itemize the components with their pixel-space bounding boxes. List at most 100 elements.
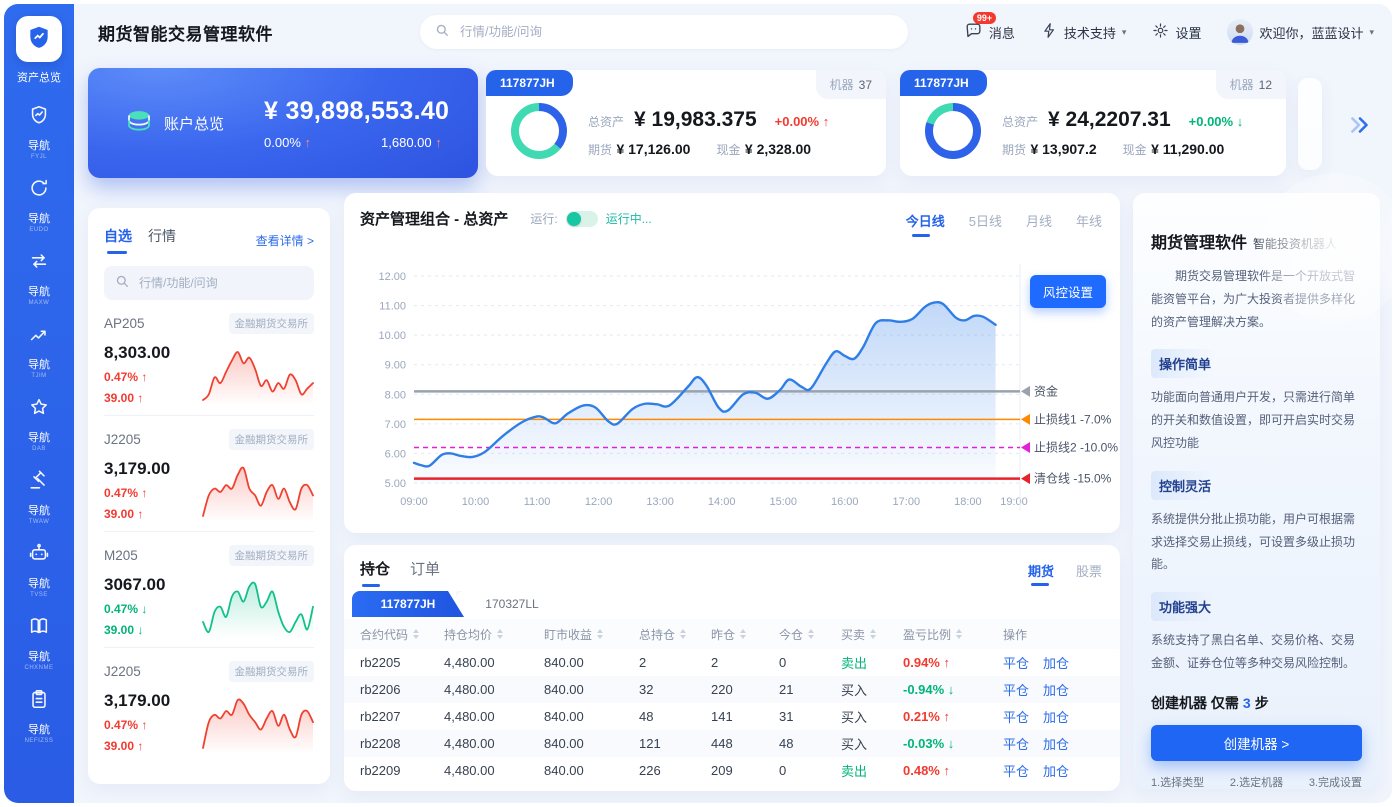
refresh-icon [28, 177, 50, 204]
run-toggle[interactable] [566, 211, 598, 227]
next-cards-button[interactable] [1340, 108, 1380, 142]
section-heading: 操作简单 [1151, 349, 1223, 378]
global-search[interactable] [420, 15, 908, 49]
sidebar-item-4[interactable]: 导航TJIM [4, 310, 74, 383]
account-card[interactable]: 117877JH 机器37 总资产 ¥ 19,983.375 +0.00% ↑ … [486, 70, 886, 176]
table-row-rb2205[interactable]: rb22054,480.00 840.002 20 卖出 0.94% ↑ 平仓 … [344, 649, 1120, 676]
table-row-rb2209[interactable]: rb22094,480.00 840.00226 2090 卖出 0.48% ↑… [344, 757, 1120, 784]
cash-value: 现金 ¥ 11,290.00 [1123, 141, 1225, 159]
sort-icon [808, 629, 814, 639]
total-assets-label: 总资产 [1002, 113, 1038, 130]
watchlist-panel: 自选行情 查看详情 > AP205 金融期货交易所 8,303.00 0.47% … [88, 208, 330, 784]
step-label-2: 2.选定机器 [1230, 774, 1283, 790]
watchlist-item-AP205[interactable]: AP205 金融期货交易所 8,303.00 0.47% ↑ 39.00 ↑ [104, 300, 314, 416]
svg-text:止损线1 -7.0%: 止损线1 -7.0% [1034, 412, 1112, 426]
sidebar-item-9[interactable]: 导航NEFIZSS [4, 675, 74, 748]
shield-logo-icon [26, 24, 52, 55]
allocation-donut-chart [922, 100, 984, 167]
sidebar-item-3[interactable]: 导航MAXW [4, 237, 74, 310]
watchlist-items: AP205 金融期货交易所 8,303.00 0.47% ↑ 39.00 ↑ J… [104, 300, 314, 763]
allocation-donut-chart [508, 100, 570, 167]
account-subtab-1[interactable]: 117877JH [352, 591, 464, 617]
svg-text:5.00: 5.00 [385, 478, 406, 490]
sidebar-item-1[interactable]: 导航FYJL [4, 91, 74, 164]
asset-line-chart: 5.00 6.00 7.00 8.00 9.00 10.00 11.00 12.… [344, 241, 1120, 526]
watchlist-search[interactable] [104, 266, 314, 300]
sidebar-item-5[interactable]: 导航DAB [4, 383, 74, 456]
tech-support-menu[interactable]: 技术支持 ▾ [1041, 22, 1127, 42]
sidebar-item-8[interactable]: 导航CHXNME [4, 602, 74, 675]
sidebar-item-2[interactable]: 导航EUDO [4, 164, 74, 237]
watchlist-item-M205[interactable]: M205 金融期货交易所 3067.00 0.47% ↓ 39.00 ↓ [104, 532, 314, 648]
close-position-link[interactable]: 平仓 [1003, 734, 1029, 753]
add-position-link[interactable]: 加仓 [1043, 680, 1069, 699]
positions-tab-2[interactable]: 订单 [410, 558, 440, 587]
watchlist-search-input[interactable] [137, 275, 304, 291]
add-position-link[interactable]: 加仓 [1043, 761, 1069, 780]
promo-panel: 期货管理软件 智能投资机器人 期货交易管理软件是一个开放式智能资管平台，为广大投… [1133, 193, 1380, 789]
user-menu[interactable]: 欢迎你，蓝蓝设计 ▾ [1227, 19, 1374, 45]
search-icon [114, 273, 130, 294]
positions-tab-1[interactable]: 持仓 [360, 558, 390, 587]
create-robot-button[interactable]: 创建机器 > [1151, 725, 1362, 761]
total-assets-label: 总资产 [588, 113, 624, 130]
search-input[interactable] [458, 24, 894, 40]
column-header[interactable]: 盯市收益 [544, 626, 639, 643]
account-id-tab[interactable]: 117877JH [900, 70, 987, 96]
futures-value: 期货 ¥ 13,907.2 [1002, 141, 1097, 159]
table-row-rb2207[interactable]: rb22074,480.00 840.0048 14131 买入 0.21% ↑… [344, 703, 1120, 730]
settings-button[interactable]: 设置 [1152, 22, 1201, 42]
portfolio-chart-card: 资产管理组合 - 总资产 运行: 运行中... 今日线5日线月线年线 5.00 … [344, 193, 1120, 533]
range-tab-2[interactable]: 5日线 [969, 211, 1002, 237]
account-id-tab[interactable]: 117877JH [486, 70, 573, 96]
table-row-rb2208[interactable]: rb22084,480.00 840.00121 44848 买入 -0.03%… [344, 730, 1120, 757]
risk-settings-button[interactable]: 风控设置 [1030, 275, 1106, 308]
main-area: 期货智能交易管理软件 99+ 消息 技术支持 ▾ 设置 欢迎你，蓝蓝设计 [74, 4, 1392, 803]
column-header[interactable]: 今仓 [779, 626, 841, 643]
app-logo[interactable] [16, 16, 62, 62]
sidebar-item-assets-label[interactable]: 资产总览 [17, 69, 61, 85]
account-pct: +0.00% ↓ [1189, 114, 1244, 129]
sidebar-item-7[interactable]: 导航TVSE [4, 529, 74, 602]
column-header[interactable]: 持仓均价 [444, 626, 544, 643]
close-position-link[interactable]: 平仓 [1003, 680, 1029, 699]
range-tab-4[interactable]: 年线 [1076, 211, 1102, 237]
column-header[interactable]: 总持仓 [639, 626, 711, 643]
view-details-link[interactable]: 查看详情 > [256, 232, 314, 249]
add-position-link[interactable]: 加仓 [1043, 707, 1069, 726]
market-tab-2[interactable]: 股票 [1076, 561, 1102, 586]
overview-amount: ¥ 39,898,553.40 [264, 97, 449, 126]
close-position-link[interactable]: 平仓 [1003, 761, 1029, 780]
add-position-link[interactable]: 加仓 [1043, 653, 1069, 672]
promo-intro: 期货交易管理软件是一个开放式智能资管平台，为广大投资者提供多样化的资产管理解决方… [1151, 265, 1362, 333]
table-body: rb22054,480.00 840.002 20 卖出 0.94% ↑ 平仓 … [344, 649, 1120, 784]
sidebar-item-6[interactable]: 导航TWAW [4, 456, 74, 529]
run-label: 运行: [530, 210, 557, 227]
sparkline-chart [202, 344, 314, 411]
account-overview-card[interactable]: 账户总览 ¥ 39,898,553.40 0.00% ↑ 1,680.00 ↑ [88, 68, 478, 178]
account-subtab-2[interactable]: 170327LL [456, 591, 568, 617]
table-row-rb2206[interactable]: rb22064,480.00 840.0032 22021 买入 -0.94% … [344, 676, 1120, 703]
svg-text:12.00: 12.00 [378, 271, 406, 283]
close-position-link[interactable]: 平仓 [1003, 707, 1029, 726]
watchlist-item-J2205[interactable]: J2205 金融期货交易所 3,179.00 0.47% ↑ 39.00 ↑ [104, 648, 314, 763]
svg-text:10.00: 10.00 [378, 330, 406, 342]
sort-icon [956, 629, 962, 639]
watchlist-item-J2205[interactable]: J2205 金融期货交易所 3,179.00 0.47% ↑ 39.00 ↑ [104, 416, 314, 532]
exchange-tag: 金融期货交易所 [229, 545, 315, 566]
range-tab-1[interactable]: 今日线 [906, 211, 945, 237]
column-header[interactable]: 买卖 [841, 626, 903, 643]
range-tab-3[interactable]: 月线 [1026, 211, 1052, 237]
close-position-link[interactable]: 平仓 [1003, 653, 1029, 672]
add-position-link[interactable]: 加仓 [1043, 734, 1069, 753]
market-tab-1[interactable]: 期货 [1028, 561, 1054, 586]
chevron-down-icon: ▾ [1369, 27, 1374, 38]
column-header[interactable]: 合约代码 [360, 626, 444, 643]
sparkline-chart [202, 460, 314, 527]
watchlist-tab-1[interactable]: 自选 [104, 226, 132, 254]
account-card[interactable]: 117877JH 机器12 总资产 ¥ 24,2207.31 +0.00% ↓ … [900, 70, 1286, 176]
column-header[interactable]: 盈亏比例 [903, 626, 1003, 643]
messages-button[interactable]: 99+ 消息 [964, 21, 1015, 43]
column-header[interactable]: 昨仓 [711, 626, 779, 643]
watchlist-tab-2[interactable]: 行情 [148, 226, 176, 254]
